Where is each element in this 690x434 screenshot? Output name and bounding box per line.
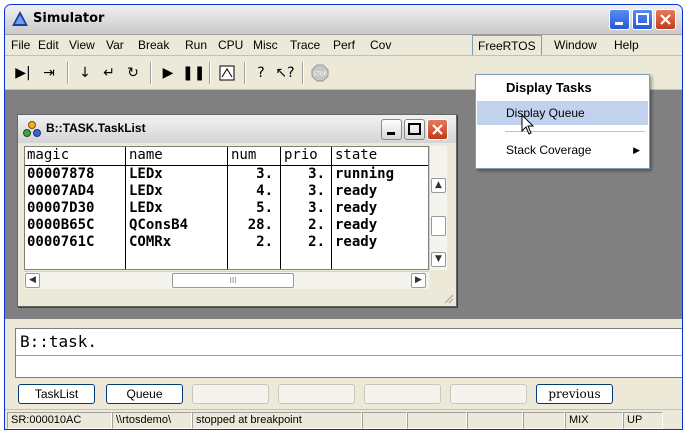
submenu-arrow-icon: ▶ xyxy=(633,145,640,155)
tasklist-maximize-button[interactable] xyxy=(404,119,425,140)
help-icon[interactable]: ? xyxy=(251,64,271,82)
softkey-bar: TaskList Queue previous xyxy=(5,381,682,407)
command-line[interactable]: B::task. xyxy=(15,328,682,378)
horizontal-scrollbar[interactable]: ◀ III ▶ xyxy=(24,271,429,289)
menu-trace[interactable]: Trace xyxy=(290,38,320,52)
table-row[interactable]: 0000761C COMRx 2. 2. ready xyxy=(25,234,428,251)
maximize-icon xyxy=(408,123,421,135)
command-input[interactable]: B::task. xyxy=(20,332,97,351)
status-state: stopped at breakpoint xyxy=(192,412,362,429)
go-icon[interactable]: ▶ xyxy=(158,64,178,82)
task-icon xyxy=(23,121,41,137)
softkey-empty[interactable] xyxy=(192,384,269,404)
col-prio[interactable]: prio xyxy=(284,147,318,164)
col-name[interactable]: name xyxy=(129,147,163,164)
col-state[interactable]: state xyxy=(335,147,377,164)
menu-window[interactable]: Window xyxy=(554,38,597,52)
menu-item-display-queue[interactable]: Display Queue xyxy=(477,101,648,125)
tasklist-close-button[interactable] xyxy=(427,119,448,140)
tasklist-title-bar[interactable]: B::TASK.TaskList xyxy=(18,115,456,143)
table-row[interactable]: 0000B65C QConsB4 28. 2. ready xyxy=(25,217,428,234)
menu-cpu[interactable]: CPU xyxy=(218,38,243,52)
close-button[interactable] xyxy=(655,9,676,30)
previous-button[interactable]: previous xyxy=(536,384,613,404)
step-icon[interactable]: ▶| xyxy=(13,64,33,82)
minimize-icon xyxy=(387,132,395,135)
break-icon[interactable]: ❚❚ xyxy=(182,64,205,82)
tasklist-window: B::TASK.TaskList magic name num prio sta… xyxy=(17,114,457,307)
status-empty xyxy=(362,412,407,429)
up-icon[interactable]: ↻ xyxy=(123,64,143,82)
col-magic[interactable]: magic xyxy=(27,147,69,164)
menu-var[interactable]: Var xyxy=(106,38,124,52)
menu-misc[interactable]: Misc xyxy=(253,38,278,52)
stop-icon[interactable]: STOP xyxy=(310,64,330,82)
menu-help[interactable]: Help xyxy=(614,38,639,52)
menu-file[interactable]: File xyxy=(11,38,30,52)
scroll-up-button[interactable]: ▲ xyxy=(431,178,446,193)
softkey-empty[interactable] xyxy=(278,384,355,404)
menu-freertos[interactable]: FreeRTOS xyxy=(472,35,542,55)
maximize-button[interactable] xyxy=(632,9,653,30)
minimize-icon xyxy=(615,22,623,25)
close-icon xyxy=(660,14,671,25)
close-icon xyxy=(432,124,443,135)
step-down-icon[interactable]: ↓ xyxy=(75,64,95,82)
scroll-down-button[interactable]: ▼ xyxy=(431,252,446,267)
scroll-right-button[interactable]: ▶ xyxy=(411,273,426,288)
status-direction: UP xyxy=(623,412,663,429)
menu-view[interactable]: View xyxy=(69,38,95,52)
vertical-scroll-thumb[interactable] xyxy=(431,216,446,236)
menu-item-stack-coverage-label: Stack Coverage xyxy=(506,143,592,157)
scroll-left-button[interactable]: ◀ xyxy=(25,273,40,288)
table-row[interactable]: 00007D30 LEDx 5. 3. ready xyxy=(25,200,428,217)
minimize-button[interactable] xyxy=(609,9,630,30)
status-empty xyxy=(407,412,467,429)
freertos-menu-dropdown: Display Tasks Display Queue Stack Covera… xyxy=(475,74,650,169)
softkey-empty[interactable] xyxy=(364,384,441,404)
status-mode: MIX xyxy=(565,412,623,429)
mode-icon[interactable] xyxy=(217,64,237,82)
return-icon[interactable]: ↵ xyxy=(99,64,119,82)
context-help-icon[interactable]: ↖? xyxy=(275,64,295,82)
mouse-cursor-icon xyxy=(521,114,535,135)
tasklist-minimize-button[interactable] xyxy=(381,119,402,140)
menu-edit[interactable]: Edit xyxy=(38,38,59,52)
status-bar: SR:000010AC \\rtosdemo\ stopped at break… xyxy=(5,409,682,429)
menu-cov[interactable]: Cov xyxy=(370,38,391,52)
queue-button[interactable]: Queue xyxy=(106,384,183,404)
simulator-window: Simulator File Edit View Var Break Run C… xyxy=(4,4,683,430)
menu-run[interactable]: Run xyxy=(185,38,207,52)
menu-item-display-tasks[interactable]: Display Tasks xyxy=(477,76,648,100)
status-empty xyxy=(467,412,523,429)
tasklist-table[interactable]: magic name num prio state 00007878 LEDx … xyxy=(24,146,429,270)
menu-item-stack-coverage[interactable]: Stack Coverage ▶ xyxy=(477,138,648,162)
title-bar[interactable]: Simulator xyxy=(5,5,682,35)
step-over-icon[interactable]: ⇥ xyxy=(39,64,59,82)
tasklist-title: B::TASK.TaskList xyxy=(46,121,146,135)
status-empty xyxy=(523,412,565,429)
col-num[interactable]: num xyxy=(231,147,256,164)
menu-perf[interactable]: Perf xyxy=(333,38,355,52)
softkey-empty[interactable] xyxy=(450,384,527,404)
status-source: \\rtosdemo\ xyxy=(112,412,192,429)
tasklist-button[interactable]: TaskList xyxy=(18,384,95,404)
horizontal-scroll-thumb[interactable]: III xyxy=(172,273,294,288)
menu-bar: File Edit View Var Break Run CPU Misc Tr… xyxy=(5,35,682,56)
vertical-scrollbar[interactable]: ▲ ▼ xyxy=(429,146,447,270)
svg-text:STOP: STOP xyxy=(313,72,326,78)
trace32-app-icon xyxy=(12,11,28,26)
table-row[interactable]: 00007AD4 LEDx 4. 3. ready xyxy=(25,183,428,200)
resize-grip-icon[interactable] xyxy=(442,292,454,304)
table-row[interactable]: 00007878 LEDx 3. 3. running xyxy=(25,166,428,183)
window-title: Simulator xyxy=(33,11,105,26)
menu-break[interactable]: Break xyxy=(138,38,169,52)
maximize-icon xyxy=(636,13,649,25)
status-address: SR:000010AC xyxy=(7,412,112,429)
